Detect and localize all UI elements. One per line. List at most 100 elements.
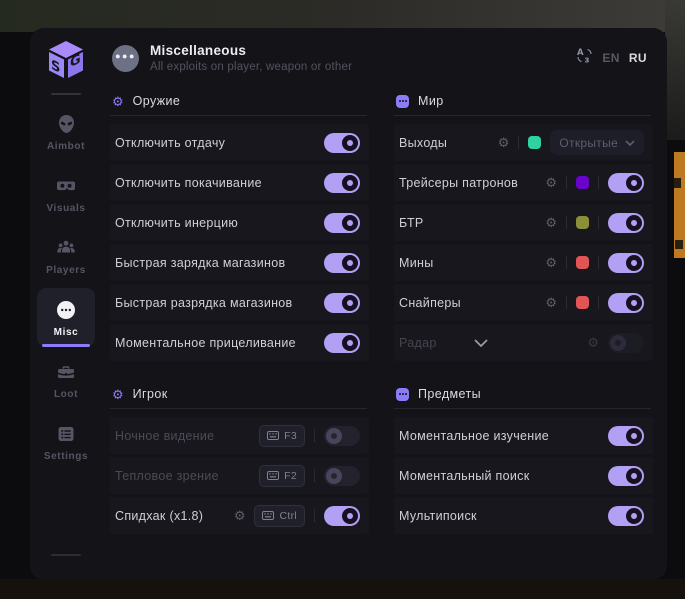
chevron-down-icon bbox=[625, 140, 635, 146]
ellipsis-icon bbox=[56, 300, 76, 320]
toggle-switch[interactable] bbox=[608, 466, 644, 486]
section-player: ⚙ Игрок Ночное видение F3 bbox=[110, 381, 369, 534]
toggle-switch[interactable] bbox=[324, 466, 360, 486]
feature-row: Моментальный поиск bbox=[394, 457, 653, 494]
sidebar-divider bbox=[51, 93, 81, 95]
sidebar-item-label: Players bbox=[46, 265, 86, 276]
section-header: ⚙ Оружие bbox=[110, 88, 369, 113]
gear-icon: ⚙ bbox=[112, 95, 124, 108]
screen: S G Aimbot Visuals Players bbox=[0, 0, 685, 599]
briefcase-icon bbox=[56, 362, 76, 382]
toggle-switch[interactable] bbox=[608, 426, 644, 446]
list-icon bbox=[56, 424, 76, 444]
toggle-switch[interactable] bbox=[608, 506, 644, 526]
keybind-badge[interactable]: F2 bbox=[259, 465, 305, 487]
gear-icon[interactable]: ⚙ bbox=[234, 509, 246, 522]
sidebar-item-players[interactable]: Players bbox=[37, 226, 95, 285]
section-divider bbox=[394, 115, 651, 116]
feature-row: Мины ⚙ bbox=[394, 244, 653, 281]
toggle-switch[interactable] bbox=[324, 426, 360, 446]
sidebar-item-label: Loot bbox=[54, 389, 78, 400]
toggle-switch[interactable] bbox=[324, 253, 360, 273]
feature-label: Моментальный поиск bbox=[399, 469, 529, 483]
sidebar-item-visuals[interactable]: Visuals bbox=[37, 164, 95, 223]
keybind-badge[interactable]: Ctrl bbox=[254, 505, 305, 527]
toggle-switch[interactable] bbox=[324, 133, 360, 153]
players-icon bbox=[56, 238, 76, 258]
feature-row: Ночное видение F3 bbox=[110, 417, 369, 454]
feature-row: Снайперы ⚙ bbox=[394, 284, 653, 321]
gear-icon[interactable]: ⚙ bbox=[545, 256, 557, 269]
sidebar-item-label: Aimbot bbox=[47, 141, 85, 152]
game-background-bottom bbox=[0, 579, 685, 599]
feature-label: Выходы bbox=[399, 136, 447, 150]
gear-icon[interactable]: ⚙ bbox=[545, 176, 557, 189]
main-area: ●●● Miscellaneous All exploits on player… bbox=[102, 28, 667, 580]
svg-text:A: A bbox=[577, 48, 584, 58]
gear-icon[interactable]: ⚙ bbox=[545, 296, 557, 309]
section-divider bbox=[110, 408, 367, 409]
exits-mode-dropdown[interactable]: Открытые bbox=[550, 130, 644, 155]
game-ui-fragment bbox=[674, 152, 685, 258]
sidebar-item-loot[interactable]: Loot bbox=[37, 350, 95, 409]
section-weapon: ⚙ Оружие Отключить отдачу Отключить пока… bbox=[110, 88, 369, 361]
toggle-switch[interactable] bbox=[324, 333, 360, 353]
toggle-switch[interactable] bbox=[324, 213, 360, 233]
toggle-switch[interactable] bbox=[608, 333, 644, 353]
toggle-switch[interactable] bbox=[608, 173, 644, 193]
toggle-switch[interactable] bbox=[324, 173, 360, 193]
section-divider bbox=[110, 115, 367, 116]
toggle-switch[interactable] bbox=[324, 506, 360, 526]
color-swatch[interactable] bbox=[576, 176, 589, 189]
feature-row: Быстрая зарядка магазинов bbox=[110, 244, 369, 281]
color-swatch[interactable] bbox=[528, 136, 541, 149]
lang-en-button[interactable]: EN bbox=[602, 51, 619, 65]
feature-label: Отключить покачивание bbox=[115, 176, 262, 190]
lang-ru-button[interactable]: RU bbox=[629, 51, 647, 65]
color-swatch[interactable] bbox=[576, 256, 589, 269]
dots-icon bbox=[396, 388, 409, 401]
keyboard-icon bbox=[267, 471, 279, 480]
gear-icon: ⚙ bbox=[112, 388, 124, 401]
feature-row: Радар ⚙ bbox=[394, 324, 653, 361]
keybind-badge[interactable]: F3 bbox=[259, 425, 305, 447]
alien-icon bbox=[57, 114, 76, 134]
expand-chevron-icon[interactable] bbox=[474, 339, 514, 347]
section-title: Предметы bbox=[418, 387, 481, 401]
sidebar-item-label: Misc bbox=[54, 327, 79, 338]
dots-icon bbox=[396, 95, 409, 108]
ellipsis-circle-icon: ●●● bbox=[112, 45, 139, 72]
language-switcher: A з EN RU bbox=[576, 47, 649, 69]
feature-row: Выходы ⚙ Открытые bbox=[394, 124, 653, 161]
feature-label: Быстрая зарядка магазинов bbox=[115, 256, 285, 270]
feature-label: Радар bbox=[399, 336, 437, 350]
game-background-right bbox=[665, 0, 685, 140]
feature-label: Отключить инерцию bbox=[115, 216, 238, 230]
feature-row: Тепловое зрение F2 bbox=[110, 457, 369, 494]
feature-row: БТР ⚙ bbox=[394, 204, 653, 241]
toggle-switch[interactable] bbox=[324, 293, 360, 313]
feature-label: Ночное видение bbox=[115, 429, 214, 443]
feature-row: Отключить инерцию bbox=[110, 204, 369, 241]
color-swatch[interactable] bbox=[576, 296, 589, 309]
toggle-switch[interactable] bbox=[608, 253, 644, 273]
page-header: ●●● Miscellaneous All exploits on player… bbox=[110, 41, 653, 73]
feature-label: Снайперы bbox=[399, 296, 461, 310]
gear-icon[interactable]: ⚙ bbox=[587, 336, 599, 349]
feature-label: БТР bbox=[399, 216, 424, 230]
color-swatch[interactable] bbox=[576, 216, 589, 229]
feature-label: Моментальное изучение bbox=[399, 429, 549, 443]
sidebar-item-aimbot[interactable]: Aimbot bbox=[37, 102, 95, 161]
toggle-switch[interactable] bbox=[608, 293, 644, 313]
section-world: Мир Выходы ⚙ Открытые bbox=[394, 88, 653, 361]
vr-goggles-icon bbox=[56, 176, 76, 196]
sidebar-item-label: Visuals bbox=[46, 203, 85, 214]
section-header: Предметы bbox=[394, 381, 653, 406]
section-header: Мир bbox=[394, 88, 653, 113]
sidebar-item-settings[interactable]: Settings bbox=[37, 412, 95, 471]
sidebar-item-misc[interactable]: Misc bbox=[37, 288, 95, 347]
gear-icon[interactable]: ⚙ bbox=[498, 136, 510, 149]
toggle-switch[interactable] bbox=[608, 213, 644, 233]
svg-text:S: S bbox=[51, 57, 60, 77]
gear-icon[interactable]: ⚙ bbox=[545, 216, 557, 229]
